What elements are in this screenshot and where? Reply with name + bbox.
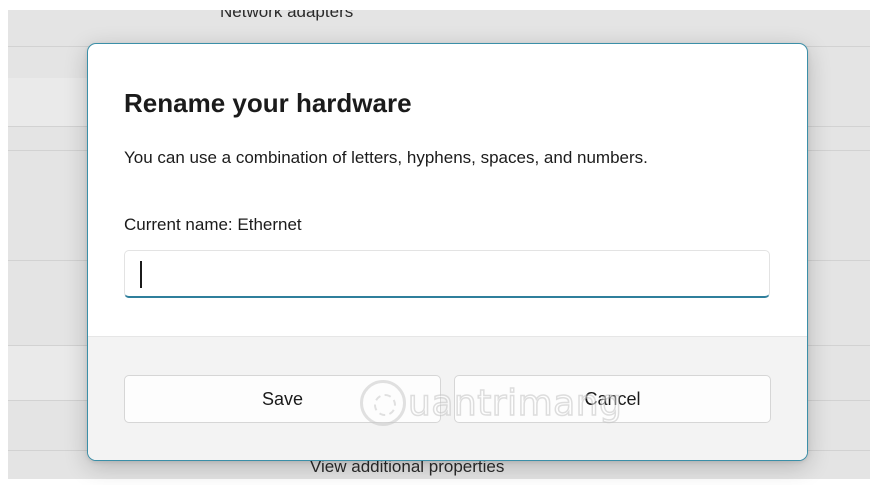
page-title: Network adapters <box>220 10 354 21</box>
dialog-description: You can use a combination of letters, hy… <box>124 148 648 167</box>
background-list-strip <box>8 345 98 400</box>
rename-hardware-dialog: Rename your hardware You can use a combi… <box>87 43 808 461</box>
dialog-title: Rename your hardware <box>124 88 412 118</box>
background-list-strip <box>8 78 98 126</box>
save-button[interactable]: Save <box>124 375 441 423</box>
cancel-button[interactable]: Cancel <box>454 375 771 423</box>
dialog-footer: Save Cancel <box>88 336 807 460</box>
text-caret <box>140 261 142 288</box>
current-name-label: Current name: Ethernet <box>124 215 302 234</box>
new-name-field[interactable] <box>124 250 770 298</box>
new-name-input[interactable] <box>125 251 769 296</box>
